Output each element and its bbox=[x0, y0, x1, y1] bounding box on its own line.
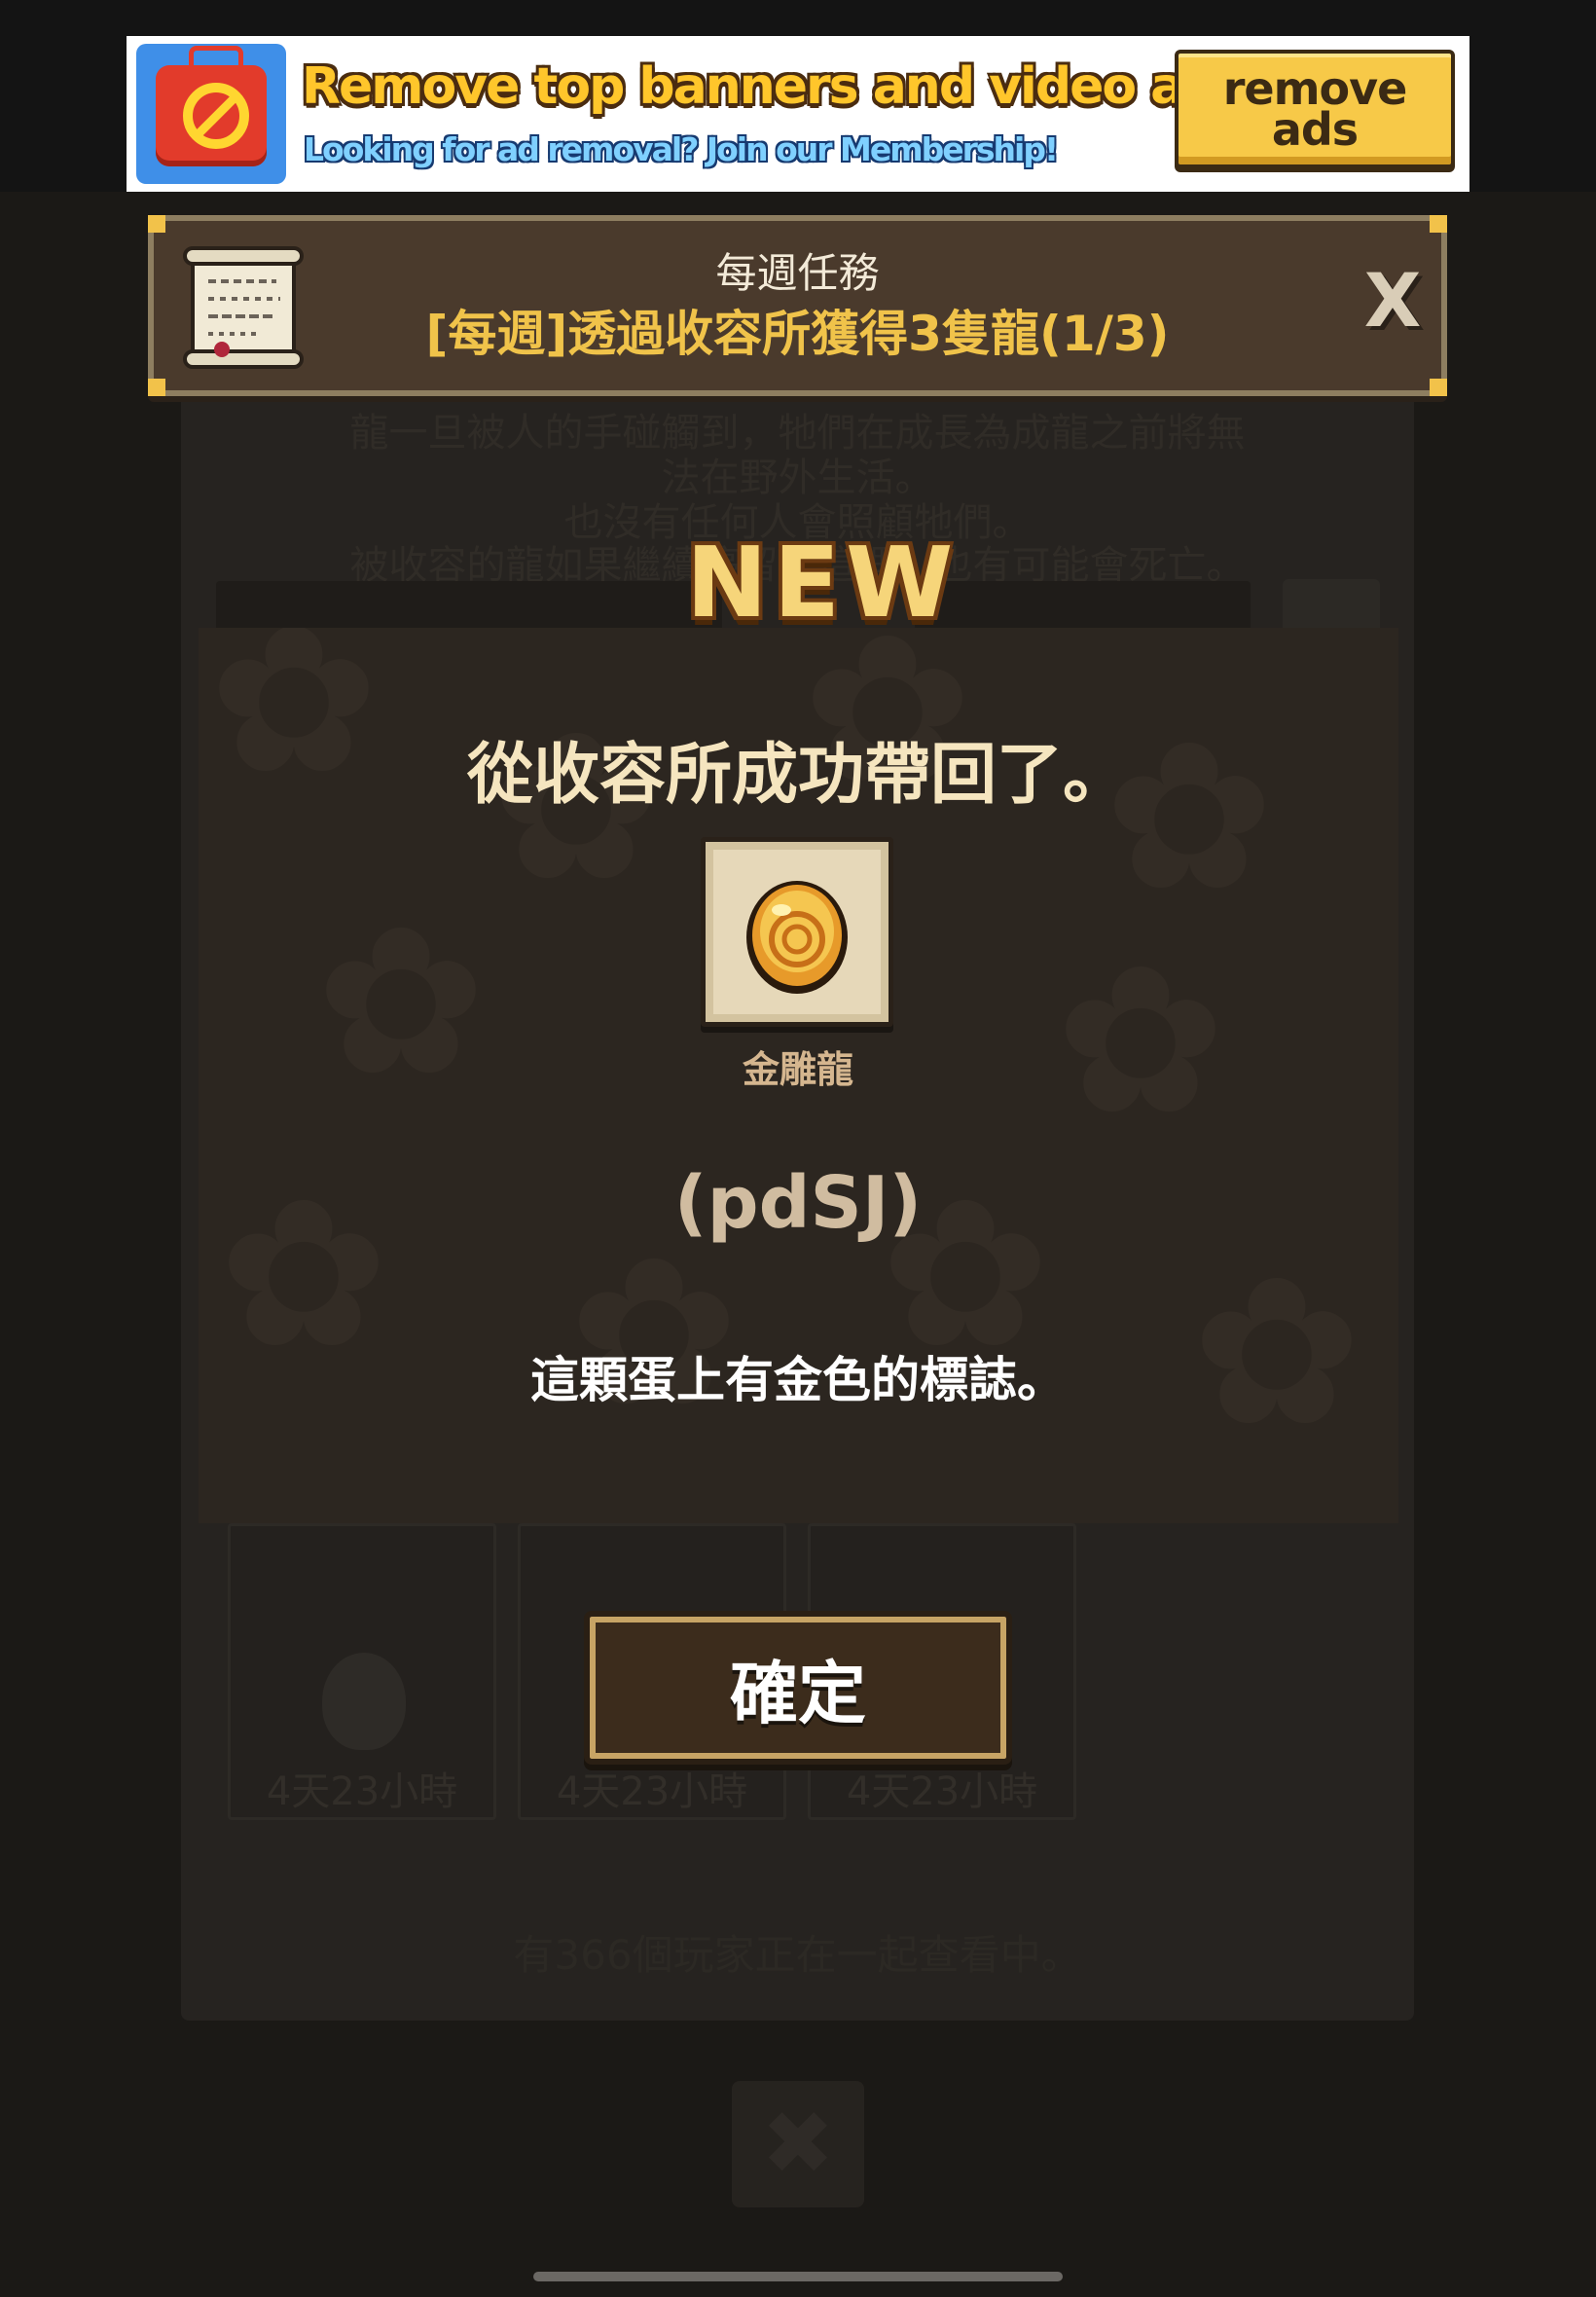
banner-corner bbox=[148, 215, 165, 233]
close-icon: ✖ bbox=[761, 2093, 835, 2195]
banner-corner bbox=[148, 379, 165, 396]
egg-frame bbox=[701, 837, 893, 1027]
popup-title: 從收容所成功帶回了。 bbox=[466, 737, 1129, 814]
quest-text: [每週]透過收容所獲得3隻龍(1/3) bbox=[425, 306, 1170, 362]
home-indicator[interactable] bbox=[533, 2272, 1063, 2281]
tv-no-ads-icon bbox=[136, 44, 286, 184]
egg-code: (pdSJ) bbox=[673, 1161, 923, 1245]
ad-title: Remove top banners and video ads! bbox=[302, 57, 1268, 116]
egg-card-timer: 4天23小時 bbox=[556, 1769, 748, 1814]
ad-banner[interactable]: Remove top banners and video ads! Lookin… bbox=[127, 36, 1469, 192]
remove-ads-button[interactable]: remove ads bbox=[1175, 50, 1455, 168]
quest-close-button[interactable]: X bbox=[1359, 262, 1427, 340]
confirm-label: 確定 bbox=[730, 1653, 866, 1733]
ad-subtitle: Looking for ad removal? Join our Members… bbox=[304, 130, 1059, 168]
golden-egg-icon bbox=[746, 881, 848, 994]
egg-description: 這顆蛋上有金色的標誌。 bbox=[530, 1352, 1066, 1408]
egg-icon bbox=[322, 1653, 406, 1750]
banner-corner bbox=[1430, 379, 1447, 396]
quest-title: 每週任務 bbox=[715, 249, 880, 297]
banner-corner bbox=[1430, 215, 1447, 233]
background-close-button: ✖ bbox=[732, 2081, 864, 2207]
egg-card: 4天23小時 bbox=[228, 1523, 496, 1820]
egg-name: 金雕龍 bbox=[742, 1048, 853, 1091]
confirm-button[interactable]: 確定 bbox=[584, 1611, 1012, 1765]
remove-ads-label: remove ads bbox=[1222, 62, 1408, 156]
egg-card-timer: 4天23小時 bbox=[266, 1769, 458, 1814]
egg-card-timer: 4天23小時 bbox=[846, 1769, 1038, 1814]
viewers-text: 有366個玩家正在一起查看中。 bbox=[513, 1931, 1082, 1979]
new-badge: NEW bbox=[686, 526, 960, 639]
weekly-quest-banner[interactable]: 每週任務 [每週]透過收容所獲得3隻龍(1/3) X bbox=[148, 215, 1447, 396]
